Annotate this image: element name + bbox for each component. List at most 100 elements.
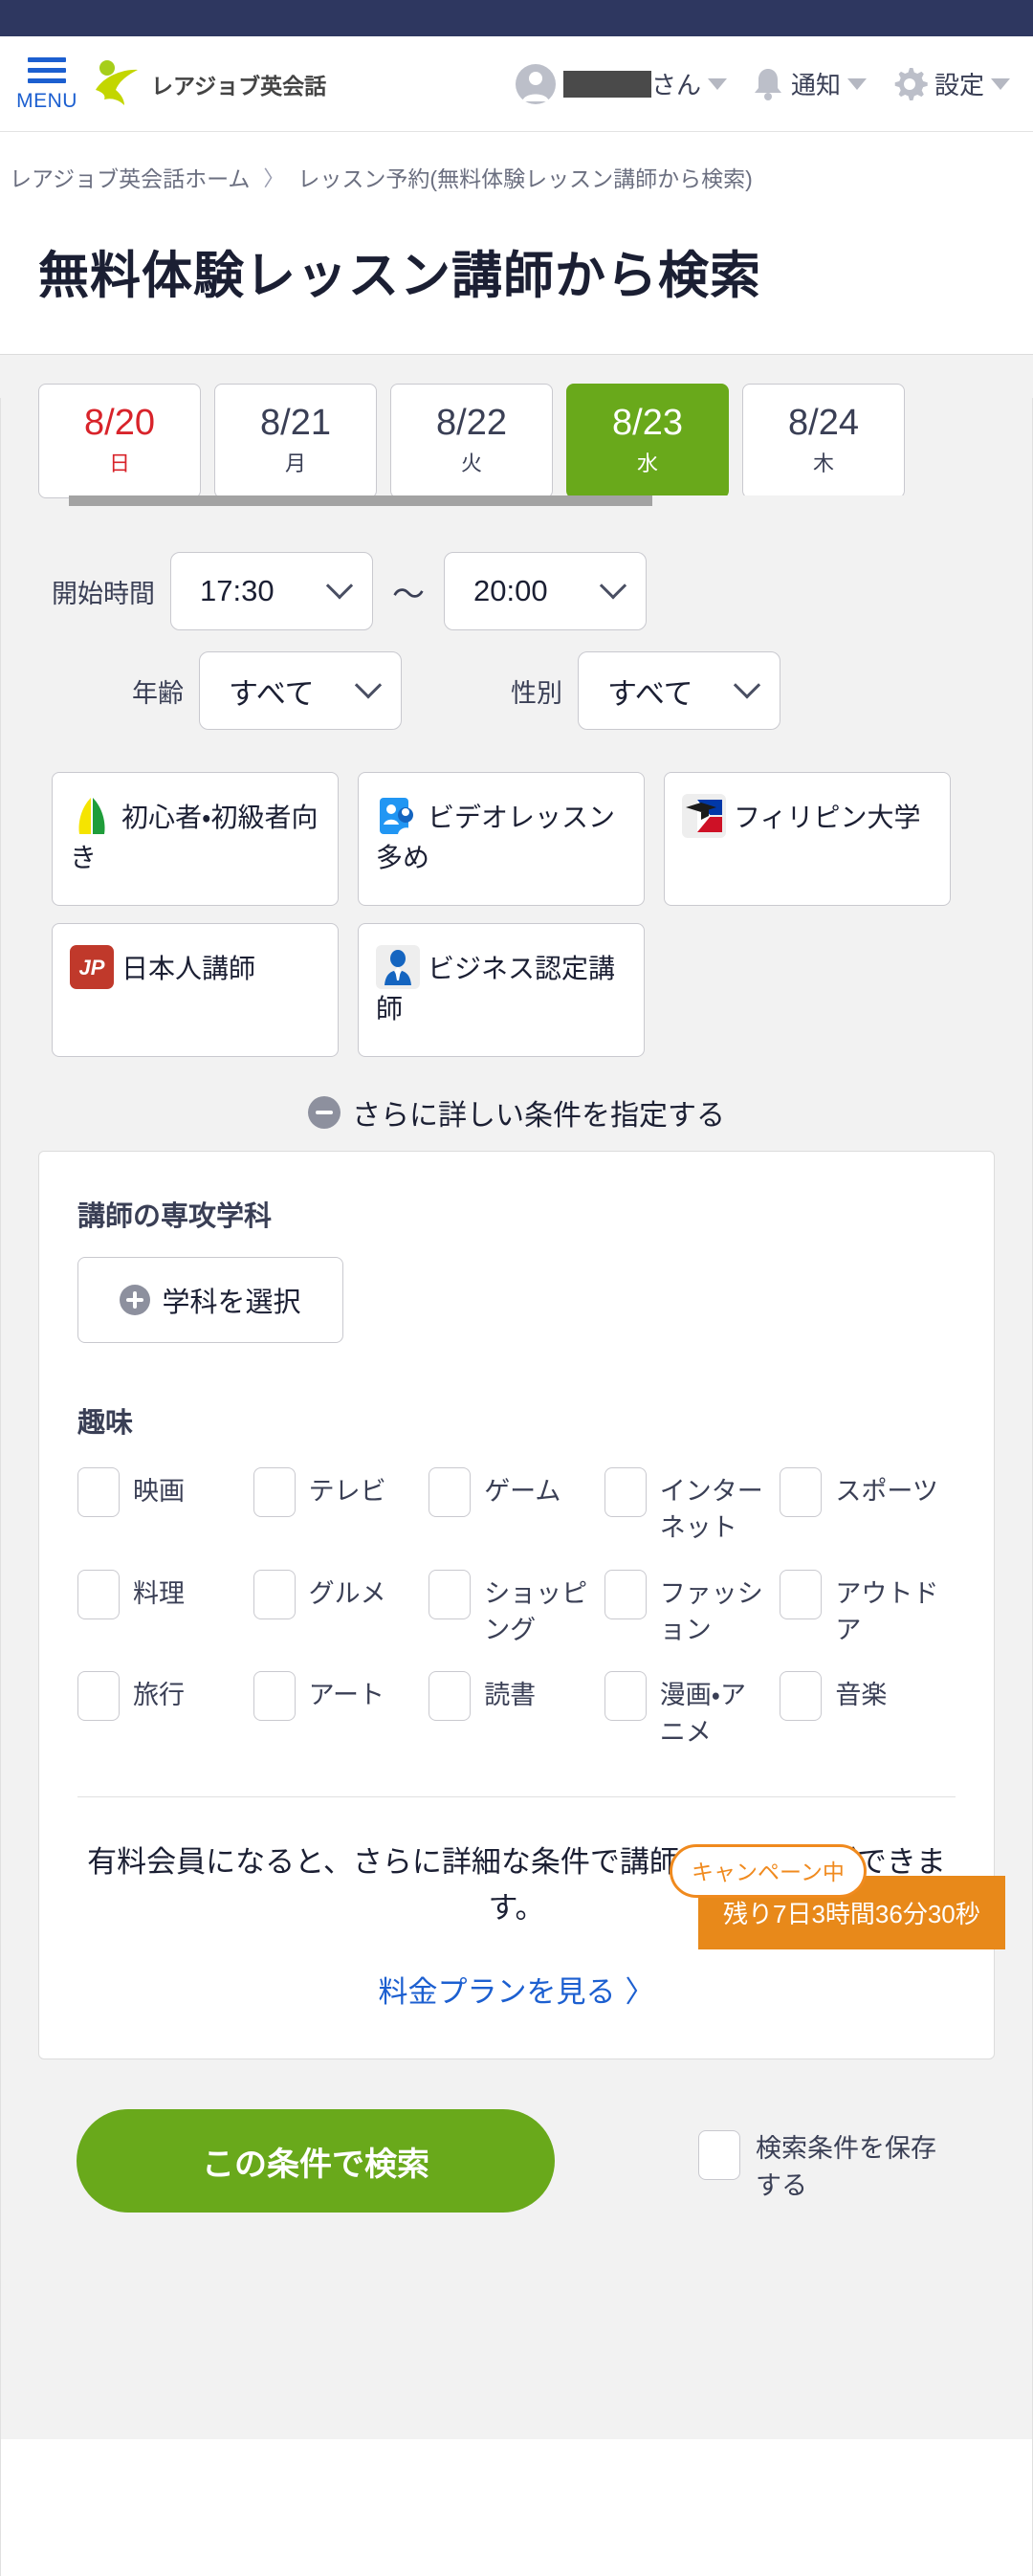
start-time-value: 17:30 [200, 574, 275, 607]
hobby-checkbox[interactable] [77, 1569, 120, 1619]
hobby-label: 映画 [133, 1477, 185, 1506]
date-tab-date: 8/21 [260, 403, 331, 444]
hobby-checkbox-item[interactable]: 旅行 [77, 1671, 253, 1750]
hobby-checkbox[interactable] [77, 1467, 120, 1517]
hobby-label: インターネット [659, 1477, 763, 1543]
hamburger-icon [28, 56, 66, 89]
hobby-checkbox[interactable] [604, 1671, 647, 1722]
end-time-value: 20:00 [473, 574, 548, 607]
hobby-label: アート [308, 1681, 385, 1710]
search-button[interactable]: この条件で検索 [77, 2109, 555, 2213]
date-scrollbar[interactable] [38, 495, 1030, 506]
date-tab[interactable]: 8/20 日 [38, 384, 201, 498]
hobby-label: スポーツ [835, 1477, 938, 1506]
select-major-button[interactable]: 学科を選択 [77, 1257, 343, 1343]
hobby-checkbox[interactable] [253, 1569, 296, 1619]
hobby-checkbox[interactable] [253, 1467, 296, 1517]
hobby-checkbox-item[interactable]: グルメ [253, 1569, 429, 1649]
hobby-checkbox-item[interactable]: スポーツ [780, 1467, 956, 1547]
account-menu[interactable]: さん [515, 63, 727, 105]
date-tab[interactable]: 8/23 水 [566, 384, 729, 498]
date-tab[interactable]: 8/24 木 [742, 384, 905, 498]
hobby-checkbox[interactable] [780, 1671, 823, 1722]
pricing-plan-link[interactable]: 料金プランを見る〉 [77, 1968, 956, 2011]
hobby-checkbox[interactable] [77, 1671, 120, 1722]
hobby-checkbox[interactable] [253, 1671, 296, 1722]
hobby-section-title: 趣味 [77, 1408, 134, 1439]
hobby-label: ゲーム [484, 1477, 561, 1506]
hobby-checkbox-item[interactable]: ファッション [604, 1569, 780, 1649]
date-tab-dow: 火 [460, 451, 482, 475]
hobby-label: 音楽 [835, 1681, 888, 1710]
menu-button[interactable]: MENU [16, 56, 77, 111]
filter-chip[interactable]: JP 日本人講師 [52, 923, 339, 1057]
filter-chip-label: 日本人講師 [121, 954, 256, 983]
hobby-checkbox[interactable] [604, 1467, 647, 1517]
detail-conditions-toggle[interactable]: さらに詳しい条件を指定する [17, 1091, 1016, 1151]
brand-name: レアジョブ英会話 [151, 73, 327, 99]
date-tab-dow: 水 [636, 451, 658, 475]
filter-chip[interactable]: ビデオレッスン多め [358, 772, 645, 906]
hobby-checkbox-item[interactable]: 漫画・アニメ [604, 1671, 780, 1750]
gender-label: 性別 [511, 678, 562, 708]
hobby-checkbox-item[interactable]: 読書 [429, 1671, 604, 1750]
time-range-separator: 〜 [392, 576, 425, 613]
hobby-checkbox[interactable] [429, 1569, 472, 1619]
detail-conditions-card: 講師の専攻学科 学科を選択 趣味 映画 テレビ ゲーム インターネット スポーツ料理 グル… [38, 1151, 995, 2060]
hobby-checkbox-item[interactable]: テレビ [253, 1467, 429, 1547]
age-select[interactable]: すべて [199, 651, 402, 730]
philippines-univ-icon [682, 794, 726, 838]
pricing-plan-label: 料金プランを見る [378, 1975, 616, 2010]
settings-label: 設定 [934, 71, 984, 99]
start-time-select[interactable]: 17:30 [170, 552, 373, 630]
date-tab-date: 8/22 [436, 403, 507, 444]
svg-text:JP: JP [79, 956, 105, 980]
save-condition-checkbox-row[interactable]: 検索条件を保存する [698, 2130, 947, 2205]
video-lesson-icon [376, 794, 420, 838]
hobby-checkbox[interactable] [780, 1569, 823, 1619]
date-scrollbar-thumb[interactable] [69, 495, 652, 506]
plus-circle-icon [120, 1285, 151, 1315]
settings-menu[interactable]: 設定 [891, 66, 1010, 102]
hobby-checkbox[interactable] [604, 1569, 647, 1619]
account-avatar-icon [515, 63, 556, 104]
major-section-title: 講師の専攻学科 [77, 1201, 273, 1232]
notifications-menu[interactable]: 通知 [752, 66, 867, 102]
filter-chip[interactable]: 初心者・初級者向き [52, 772, 339, 906]
hobby-checkbox-item[interactable]: 映画 [77, 1467, 253, 1547]
end-time-select[interactable]: 20:00 [444, 552, 647, 630]
start-time-row: 開始時間 17:30 〜 20:00 [17, 552, 1016, 630]
chevron-down-icon [599, 572, 627, 600]
date-tab-dow: 月 [284, 451, 306, 475]
hobby-checkbox-item[interactable]: インターネット [604, 1467, 780, 1547]
hobby-checkbox-item[interactable]: 料理 [77, 1569, 253, 1649]
hobby-checkbox-item[interactable]: ショッピング [429, 1569, 604, 1649]
save-condition-checkbox[interactable] [698, 2130, 740, 2181]
hobby-label: ファッション [659, 1578, 763, 1644]
site-header: MENU レアジョブ英会話 さん 通知 設定 [0, 36, 1033, 132]
breadcrumb: レアジョブ英会話ホーム 〉 レッスン予約(無料体験レッスン講師から検索) [0, 132, 1033, 193]
gender-select[interactable]: すべて [578, 651, 780, 730]
date-tab-dow: 日 [108, 451, 130, 475]
card-divider [77, 1795, 956, 1797]
hobby-checkbox-item[interactable]: アウトドア [780, 1569, 956, 1649]
hobby-checkbox[interactable] [429, 1467, 472, 1517]
date-tab-dow: 木 [812, 451, 834, 475]
hobby-checkbox-item[interactable]: 音楽 [780, 1671, 956, 1750]
chevron-down-icon [354, 672, 383, 699]
filter-chip[interactable]: フィリピン大学 [664, 772, 951, 906]
date-tab[interactable]: 8/21 月 [214, 384, 377, 498]
brand-logo[interactable]: レアジョブ英会話 [90, 57, 326, 111]
start-time-label: 開始時間 [52, 579, 155, 608]
filter-chip[interactable]: ビジネス認定講師 [358, 923, 645, 1057]
hobby-checkbox-item[interactable]: ゲーム [429, 1467, 604, 1547]
hobby-label: アウトドア [835, 1578, 939, 1644]
paid-member-promo-text: 有料会員になると、さらに詳細な条件で講師を探すことができます。 [87, 1844, 946, 1926]
hobby-checkbox-item[interactable]: アート [253, 1671, 429, 1750]
filter-chip-label: フィリピン大学 [734, 803, 921, 832]
breadcrumb-home-link[interactable]: レアジョブ英会話ホーム [10, 161, 250, 193]
hobby-checkbox[interactable] [780, 1467, 823, 1517]
minus-circle-icon [308, 1096, 341, 1129]
hobby-checkbox[interactable] [429, 1671, 472, 1722]
date-tab[interactable]: 8/22 火 [390, 384, 553, 498]
